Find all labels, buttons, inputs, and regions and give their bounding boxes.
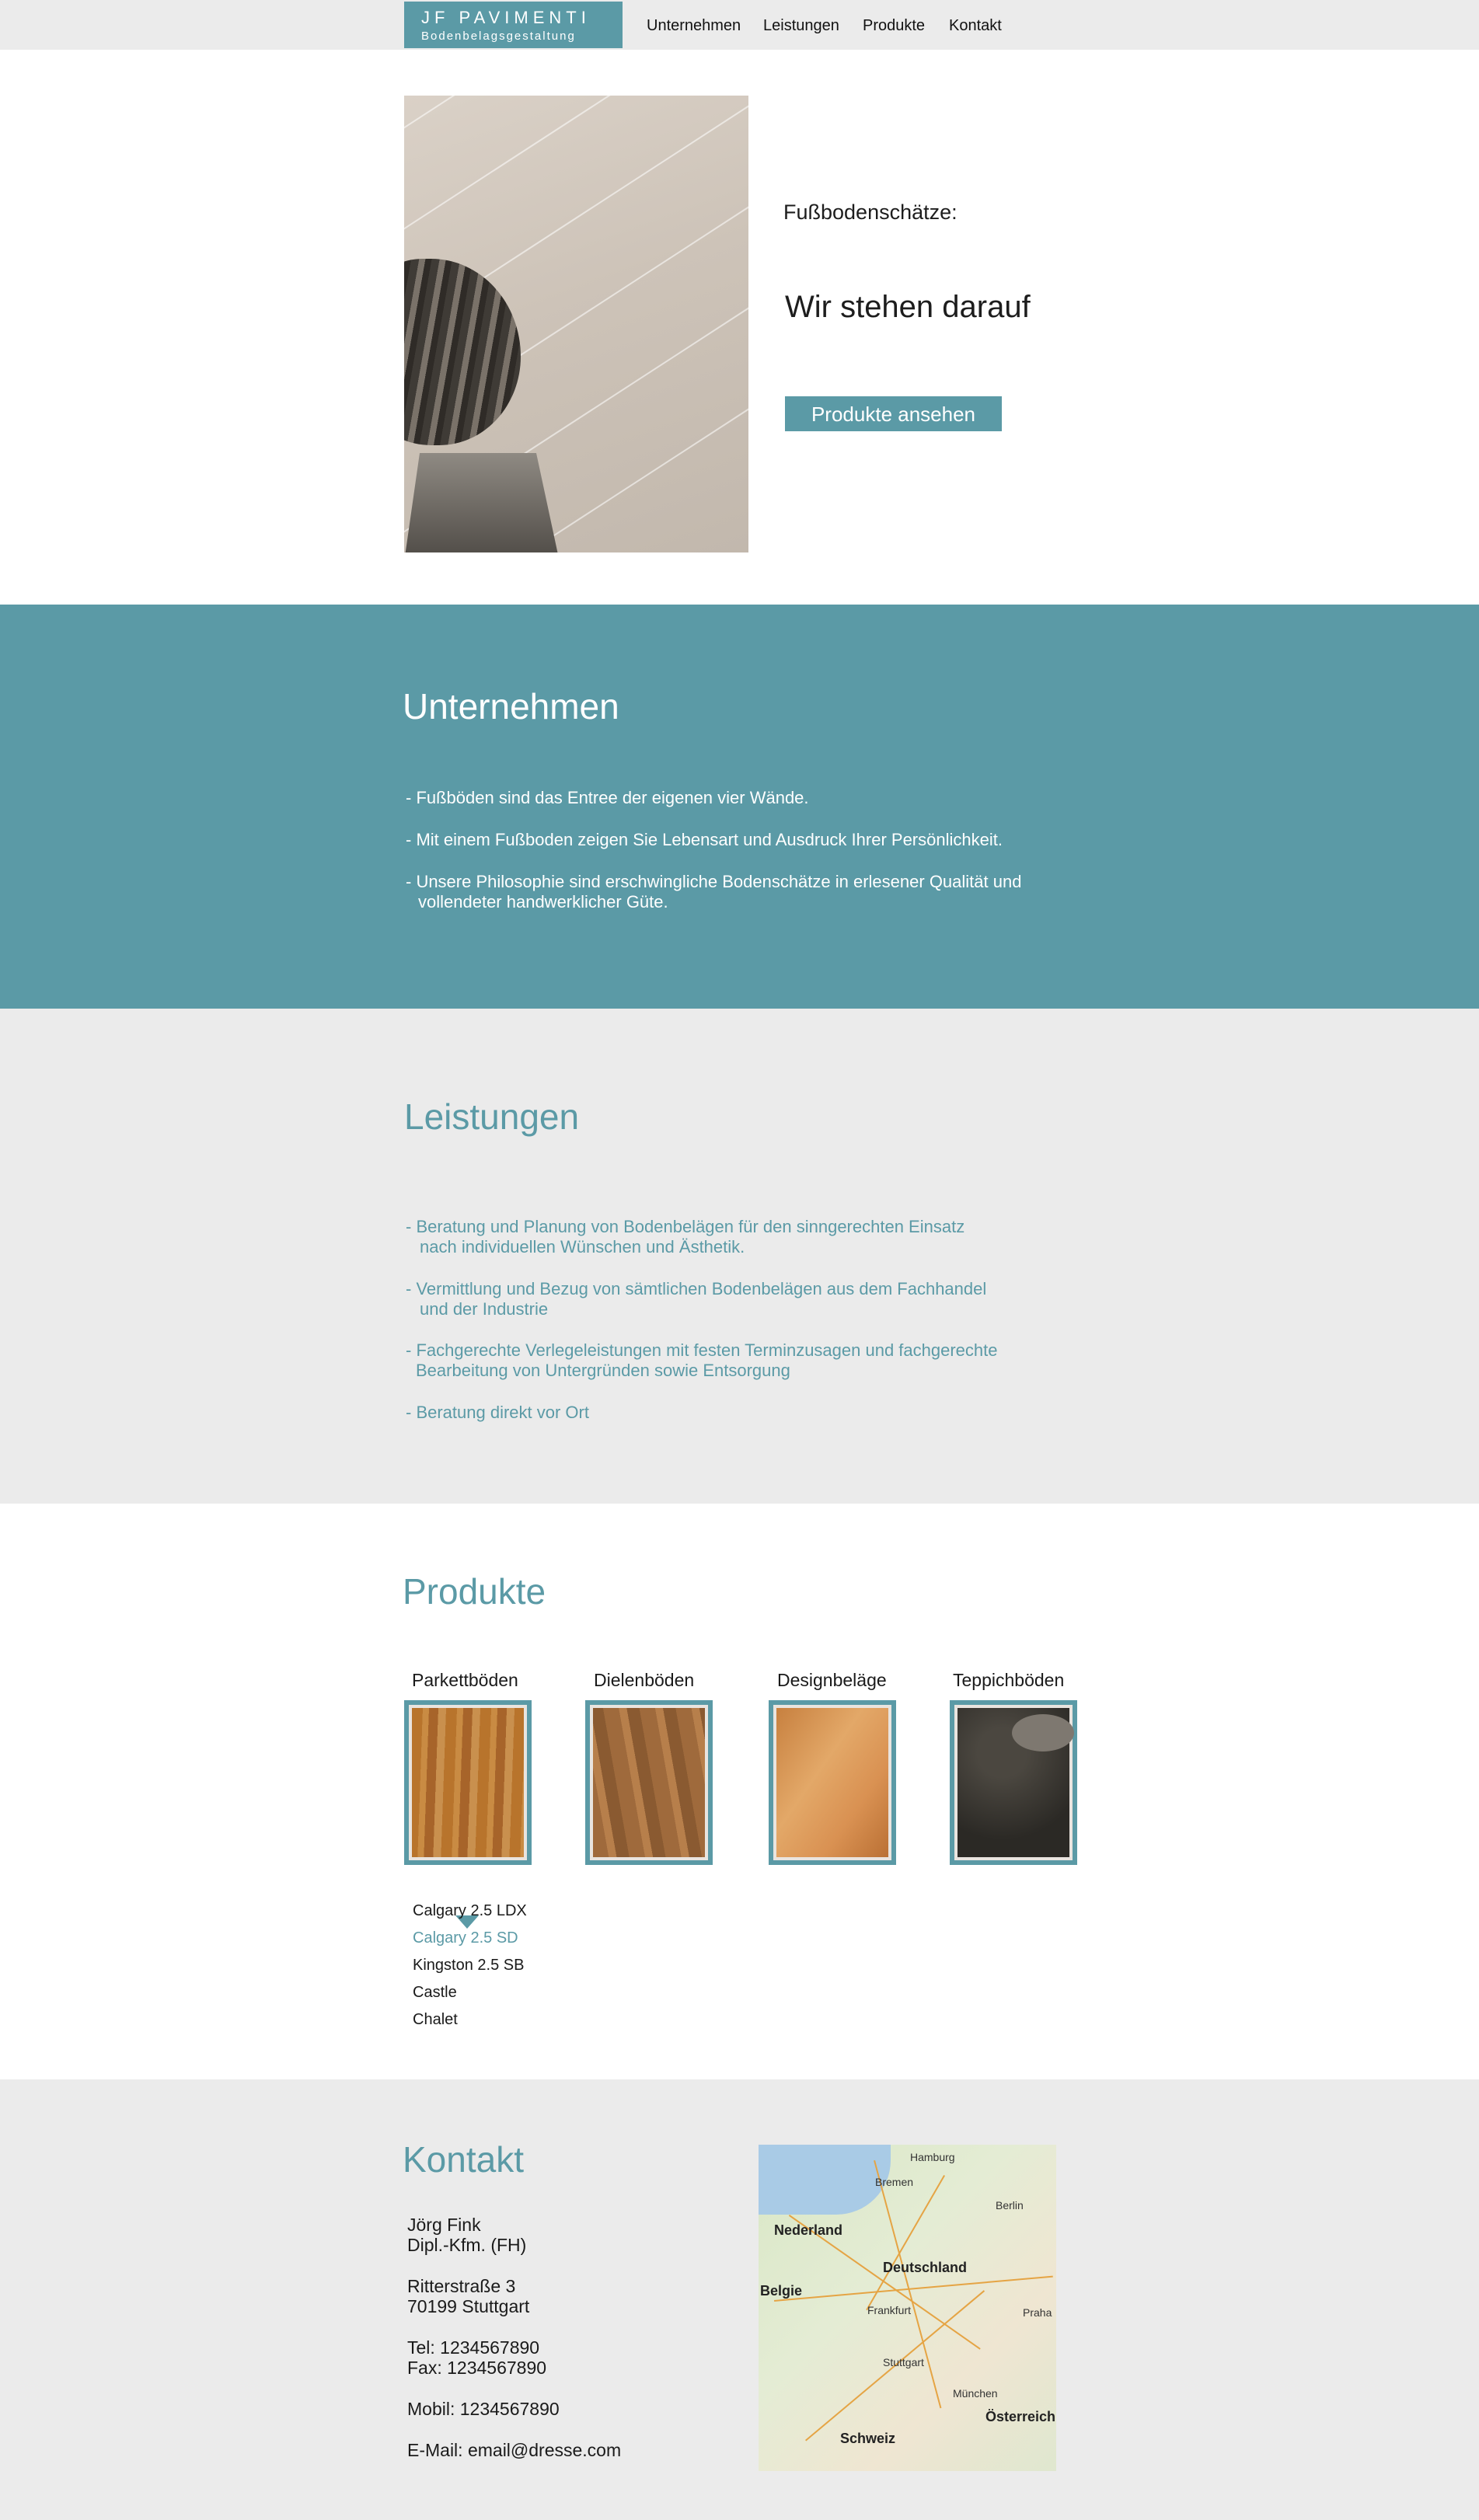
leistungen-item: - Vermittlung und Bezug von sämtlichen B…: [406, 1279, 987, 1298]
contact-degree: Dipl.-Kfm. (FH): [407, 2235, 527, 2255]
map-label: Bremen: [875, 2176, 914, 2188]
logo-subtitle: Bodenbelagsgestaltung: [421, 30, 576, 43]
category-card-parkett[interactable]: [404, 1700, 532, 1865]
location-map[interactable]: Hamburg Bremen Nederland Deutschland Ber…: [759, 2145, 1056, 2471]
section-unternehmen: Unternehmen - Fußböden sind das Entree d…: [0, 605, 1479, 1009]
map-label: Berlin: [996, 2199, 1024, 2212]
section-title-kontakt: Kontakt: [403, 2139, 524, 2180]
category-label-parkett: Parkettböden: [412, 1670, 518, 1690]
contact-name: Jörg Fink: [407, 2215, 481, 2235]
contact-email[interactable]: E-Mail: email@dresse.com: [407, 2440, 621, 2461]
product-variant[interactable]: Castle: [413, 1984, 457, 2002]
product-variant[interactable]: Chalet: [413, 2011, 458, 2029]
nav-link-unternehmen[interactable]: Unternehmen: [647, 17, 741, 35]
section-title-unternehmen: Unternehmen: [403, 686, 619, 727]
unternehmen-item: - Unsere Philosophie sind erschwingliche…: [406, 872, 1022, 891]
category-card-teppich[interactable]: [950, 1700, 1077, 1865]
map-label: Belgie: [760, 2283, 803, 2299]
teppich-image: [958, 1708, 1074, 1857]
map-label: Schweiz: [840, 2431, 896, 2446]
category-label-dielen: Dielenböden: [594, 1670, 695, 1690]
leistungen-item: nach individuellen Wünschen und Ästhetik…: [420, 1237, 745, 1257]
logo[interactable]: JF PAVIMENTI Bodenbelagsgestaltung: [404, 2, 623, 48]
product-variant[interactable]: Kingston 2.5 SB: [413, 1957, 524, 1975]
contact-fax: Fax: 1234567890: [407, 2358, 547, 2378]
section-kontakt: Kontakt Jörg Fink Dipl.-Kfm. (FH) Ritter…: [0, 2079, 1479, 2520]
leistungen-item: Bearbeitung von Untergründen sowie Entso…: [416, 1361, 790, 1380]
top-nav-bar: JF PAVIMENTI Bodenbelagsgestaltung Unter…: [0, 0, 1479, 50]
section-title-leistungen: Leistungen: [404, 1096, 580, 1137]
map-label: Praha: [1023, 2306, 1052, 2319]
hero-title: Wir stehen darauf: [785, 290, 1031, 324]
category-card-dielen[interactable]: [585, 1700, 713, 1865]
category-card-design[interactable]: [769, 1700, 896, 1865]
logo-title: JF PAVIMENTI: [421, 8, 591, 27]
leistungen-item: - Fachgerechte Verlegeleistungen mit fes…: [406, 1340, 998, 1360]
map-label: Österreich: [985, 2409, 1056, 2424]
nav-link-kontakt[interactable]: Kontakt: [949, 17, 1002, 35]
map-label: Nederland: [774, 2222, 843, 2238]
nav-link-produkte[interactable]: Produkte: [863, 17, 925, 35]
unternehmen-item: vollendeter handwerklicher Güte.: [418, 892, 668, 911]
hero-subtitle: Fußbodenschätze:: [783, 200, 958, 224]
unternehmen-item: - Mit einem Fußboden zeigen Sie Lebensar…: [406, 830, 1003, 849]
contact-street: Ritterstraße 3: [407, 2276, 516, 2296]
contact-phone: Tel: 1234567890: [407, 2337, 540, 2358]
nav-link-leistungen[interactable]: Leistungen: [763, 17, 839, 35]
section-produkte: Produkte Parkettböden Dielenböden Design…: [0, 1504, 1479, 2079]
leistungen-item: - Beratung direkt vor Ort: [406, 1403, 589, 1422]
section-title-produkte: Produkte: [403, 1571, 546, 1612]
unternehmen-item: - Fußböden sind das Entree der eigenen v…: [406, 788, 809, 807]
map-label: Frankfurt: [867, 2304, 912, 2316]
map-label: Stuttgart: [883, 2356, 924, 2368]
leistungen-item: und der Industrie: [420, 1299, 549, 1319]
map-label: Deutschland: [883, 2260, 968, 2275]
product-variant-active[interactable]: Calgary 2.5 SD: [413, 1929, 518, 1947]
map-label: Hamburg: [910, 2151, 955, 2163]
view-products-button[interactable]: Produkte ansehen: [785, 396, 1002, 431]
product-variant[interactable]: Calgary 2.5 LDX: [413, 1902, 527, 1920]
dielen-image: [593, 1708, 705, 1857]
parkett-image: [412, 1708, 524, 1857]
map-label: München: [953, 2387, 998, 2400]
hero-image: [404, 96, 748, 552]
section-leistungen: Leistungen - Beratung und Planung von Bo…: [0, 1009, 1479, 1504]
sculpture-graphic: [404, 259, 521, 445]
sculpture-stand: [404, 453, 560, 552]
contact-mobile: Mobil: 1234567890: [407, 2399, 560, 2419]
category-label-teppich: Teppichböden: [953, 1670, 1065, 1690]
contact-city: 70199 Stuttgart: [407, 2296, 530, 2316]
leistungen-item: - Beratung und Planung von Bodenbelägen …: [406, 1217, 965, 1236]
design-image: [776, 1708, 888, 1857]
category-label-design: Designbeläge: [777, 1670, 887, 1690]
